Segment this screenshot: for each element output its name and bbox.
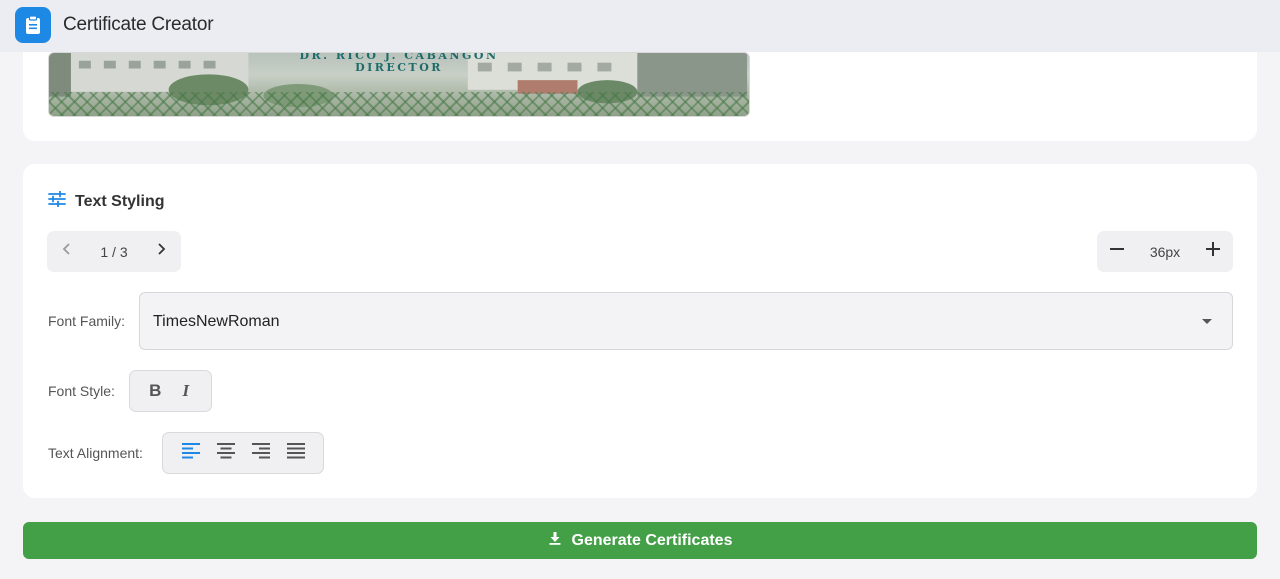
text-alignment-label: Text Alignment:: [48, 445, 143, 461]
align-right-icon: [251, 442, 271, 465]
align-center-icon: [216, 442, 236, 465]
lattice-border: [49, 92, 749, 116]
increase-size-button[interactable]: [1193, 231, 1233, 272]
clipboard-icon: [15, 7, 51, 43]
app-bar: Certificate Creator: [0, 0, 1280, 52]
align-justify-button[interactable]: [278, 433, 313, 473]
text-element-pager: 1 / 3: [47, 231, 181, 272]
font-family-label: Font Family:: [48, 313, 126, 329]
text-alignment-group: [162, 432, 324, 474]
font-style-group: B I: [129, 370, 212, 412]
chevron-left-icon: [62, 242, 72, 261]
minus-icon: [1109, 241, 1125, 262]
align-right-button[interactable]: [243, 433, 278, 473]
chevron-right-icon: [156, 242, 166, 261]
align-center-button[interactable]: [208, 433, 243, 473]
certificate-signatory-title: DIRECTOR: [355, 61, 443, 74]
certificate-preview: DR. RICO J. CABANGON DIRECTOR: [48, 52, 750, 117]
font-size-control: 36px: [1097, 231, 1233, 272]
align-left-button[interactable]: [173, 433, 208, 473]
next-button[interactable]: [141, 231, 181, 272]
bold-button[interactable]: B: [140, 371, 171, 411]
caret-down-icon: [1202, 319, 1212, 324]
decrease-size-button[interactable]: [1097, 231, 1137, 272]
download-icon: [548, 531, 562, 550]
app-title: Certificate Creator: [63, 14, 214, 35]
generate-certificates-button[interactable]: Generate Certificates: [23, 522, 1257, 559]
section-title: Text Styling: [75, 192, 165, 210]
previous-button[interactable]: [47, 231, 87, 272]
text-styling-header: Text Styling: [48, 190, 165, 212]
generate-label: Generate Certificates: [571, 531, 733, 549]
font-family-select[interactable]: TimesNewRoman: [139, 292, 1233, 350]
align-left-icon: [181, 442, 201, 465]
sliders-icon: [48, 190, 66, 212]
font-size-value: 36px: [1149, 243, 1181, 260]
align-justify-icon: [286, 442, 306, 465]
font-style-label: Font Style:: [48, 383, 115, 399]
italic-button[interactable]: I: [171, 371, 202, 411]
page-counter: 1 / 3: [100, 243, 128, 260]
font-family-value: TimesNewRoman: [153, 313, 280, 330]
plus-icon: [1205, 241, 1221, 262]
